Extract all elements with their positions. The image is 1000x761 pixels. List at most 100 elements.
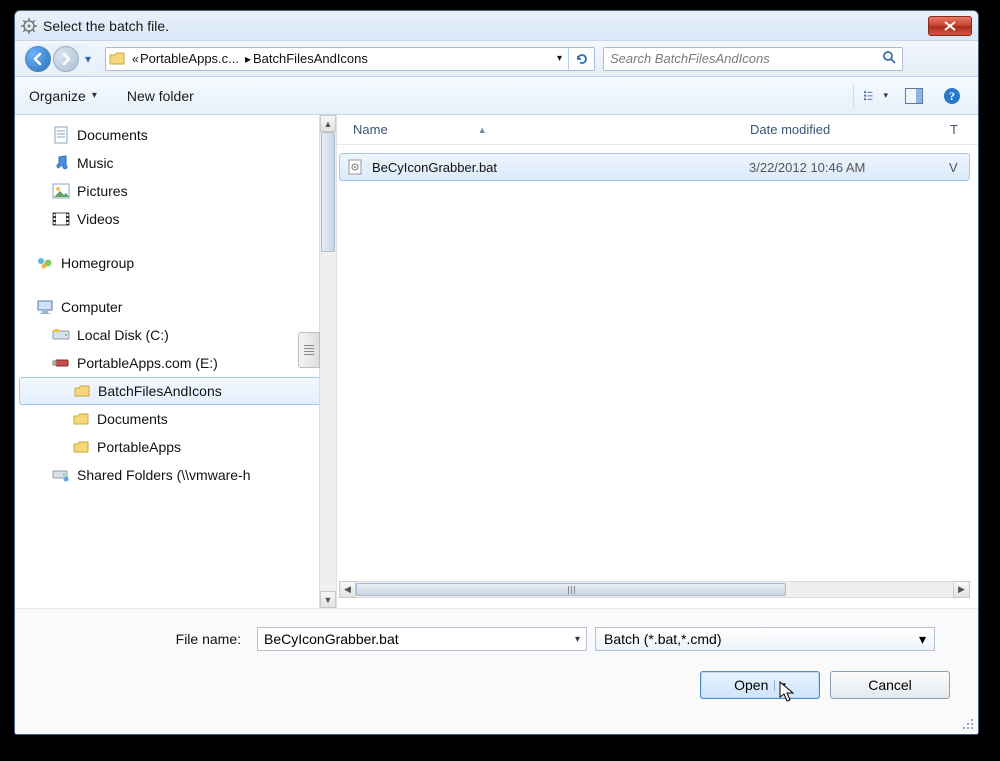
open-button[interactable]: Open ▾ [700, 671, 820, 699]
arrow-left-icon [31, 52, 45, 66]
folder-icon [106, 48, 128, 70]
tree-item[interactable]: BatchFilesAndIcons [19, 377, 332, 405]
file-row[interactable]: BeCyIconGrabber.bat3/22/2012 10:46 AMV [339, 153, 970, 181]
tree-item[interactable]: Local Disk (C:) [15, 321, 336, 349]
column-header-name[interactable]: Name ▲ [345, 122, 750, 137]
file-name: BeCyIconGrabber.bat [372, 160, 749, 175]
svg-text:?: ? [949, 89, 955, 103]
video-icon [51, 209, 71, 229]
scroll-track[interactable] [356, 581, 953, 598]
back-button[interactable] [25, 46, 51, 72]
tree-item-label: Local Disk (C:) [77, 327, 169, 343]
breadcrumb-dropdown[interactable]: ▾ [551, 53, 568, 64]
breadcrumb-overflow[interactable]: « [128, 52, 138, 66]
scroll-left-button[interactable]: ◀ [339, 581, 356, 598]
filename-value: BeCyIconGrabber.bat [264, 631, 399, 647]
folder-icon [72, 381, 92, 401]
scroll-track[interactable] [320, 132, 336, 591]
new-folder-button[interactable]: New folder [127, 88, 194, 104]
refresh-icon [575, 52, 589, 66]
preview-pane-button[interactable] [902, 84, 926, 108]
help-button[interactable]: ? [940, 84, 964, 108]
tree-item-label: Shared Folders (\\vmware-h [77, 467, 251, 483]
pic-icon [51, 181, 71, 201]
tree-item[interactable]: Pictures [15, 177, 336, 205]
scroll-right-button[interactable]: ▶ [953, 581, 970, 598]
scroll-thumb[interactable] [321, 132, 335, 252]
nav-history-dropdown[interactable]: ▾ [81, 50, 95, 68]
tree-item[interactable]: Music [15, 149, 336, 177]
usb-icon [51, 353, 71, 373]
folder-icon [71, 409, 91, 429]
content-area: Documents Music PicturesVideos Homegroup Com… [15, 115, 978, 609]
scroll-up-button[interactable]: ▲ [320, 115, 336, 132]
dialog-buttons: Open ▾ Cancel [39, 671, 954, 699]
tree-item-label: BatchFilesAndIcons [98, 383, 222, 399]
refresh-button[interactable] [568, 47, 594, 71]
tree-item[interactable]: Videos [15, 205, 336, 233]
file-date: 3/22/2012 10:46 AM [749, 160, 949, 175]
close-icon [944, 21, 956, 31]
cancel-button[interactable]: Cancel [830, 671, 950, 699]
forward-button[interactable] [53, 46, 79, 72]
chevron-down-icon: ▾ [92, 90, 97, 101]
tree-item-label: Homegroup [61, 255, 134, 271]
search-icon [882, 50, 896, 67]
file-open-dialog: Select the batch file. ▾ « PortableApps.… [14, 10, 979, 735]
chevron-down-icon[interactable]: ▾ [575, 634, 580, 645]
horizontal-scrollbar[interactable]: ◀ ▶ [339, 581, 970, 598]
filename-input[interactable]: BeCyIconGrabber.bat ▾ [257, 627, 587, 651]
dialog-title: Select the batch file. [43, 18, 169, 34]
breadcrumb-item[interactable]: BatchFilesAndIcons [251, 51, 370, 66]
tree-item[interactable]: PortableApps [15, 433, 336, 461]
tree-item-label: Documents [77, 127, 148, 143]
file-type-filter[interactable]: Batch (*.bat,*.cmd) ▾ [595, 627, 935, 651]
column-header-type[interactable]: T [950, 122, 978, 137]
app-gear-icon [21, 18, 37, 34]
bottom-panel: File name: BeCyIconGrabber.bat ▾ Batch (… [15, 609, 978, 735]
close-button[interactable] [928, 16, 972, 36]
navigation-bar: ▾ « PortableApps.c... ▸ BatchFilesAndIco… [15, 41, 978, 77]
nav-buttons-group: ▾ [23, 44, 97, 74]
folder-tree-pane: Documents Music PicturesVideos Homegroup Com… [15, 115, 337, 608]
split-chevron-down-icon[interactable]: ▾ [774, 680, 786, 691]
filename-label: File name: [39, 631, 249, 647]
tree-item-label: Computer [61, 299, 122, 315]
toolbar: Organize ▾ New folder ▾ ? [15, 77, 978, 115]
tree-item[interactable]: Documents [15, 405, 336, 433]
bat-file-icon [346, 158, 364, 176]
tree-item-label: Music [77, 155, 114, 171]
breadcrumb[interactable]: « PortableApps.c... ▸ BatchFilesAndIcons… [105, 47, 595, 71]
tree-item-label: Documents [97, 411, 168, 427]
tree-item[interactable]: Documents [15, 121, 336, 149]
chevron-down-icon: ▾ [883, 90, 888, 101]
file-list-pane: Name ▲ Date modified T BeCyIconGrabber.b… [337, 115, 978, 608]
organize-label: Organize [29, 88, 86, 104]
column-header-date[interactable]: Date modified [750, 122, 950, 137]
arrow-right-icon [59, 52, 73, 66]
sort-ascending-icon: ▲ [478, 125, 487, 135]
tree-item[interactable]: Shared Folders (\\vmware-h [15, 461, 336, 489]
chevron-down-icon[interactable]: ▾ [919, 631, 926, 648]
file-type: V [949, 160, 969, 175]
splitter-handle[interactable] [298, 332, 320, 368]
view-options-button[interactable]: ▾ [864, 84, 888, 108]
chevron-right-icon[interactable]: ▸ [241, 52, 251, 66]
scroll-thumb[interactable] [356, 583, 786, 596]
title-bar: Select the batch file. [15, 11, 978, 41]
tree-item[interactable]: Computer [15, 293, 336, 321]
search-input[interactable]: Search BatchFilesAndIcons [603, 47, 903, 71]
breadcrumb-item[interactable]: PortableApps.c... [138, 51, 241, 66]
search-placeholder: Search BatchFilesAndIcons [610, 51, 882, 66]
resize-grip[interactable] [960, 716, 974, 730]
tree-item[interactable]: Homegroup [15, 249, 336, 277]
tree-item[interactable]: PortableApps.com (E:) [15, 349, 336, 377]
organize-menu[interactable]: Organize ▾ [29, 88, 97, 104]
disk-icon [51, 325, 71, 345]
folder-icon [71, 437, 91, 457]
music-icon [51, 153, 71, 173]
filename-row: File name: BeCyIconGrabber.bat ▾ Batch (… [39, 627, 954, 651]
scroll-down-button[interactable]: ▼ [320, 591, 336, 608]
doc-icon [51, 125, 71, 145]
tree-vertical-scrollbar[interactable]: ▲ ▼ [319, 115, 336, 608]
